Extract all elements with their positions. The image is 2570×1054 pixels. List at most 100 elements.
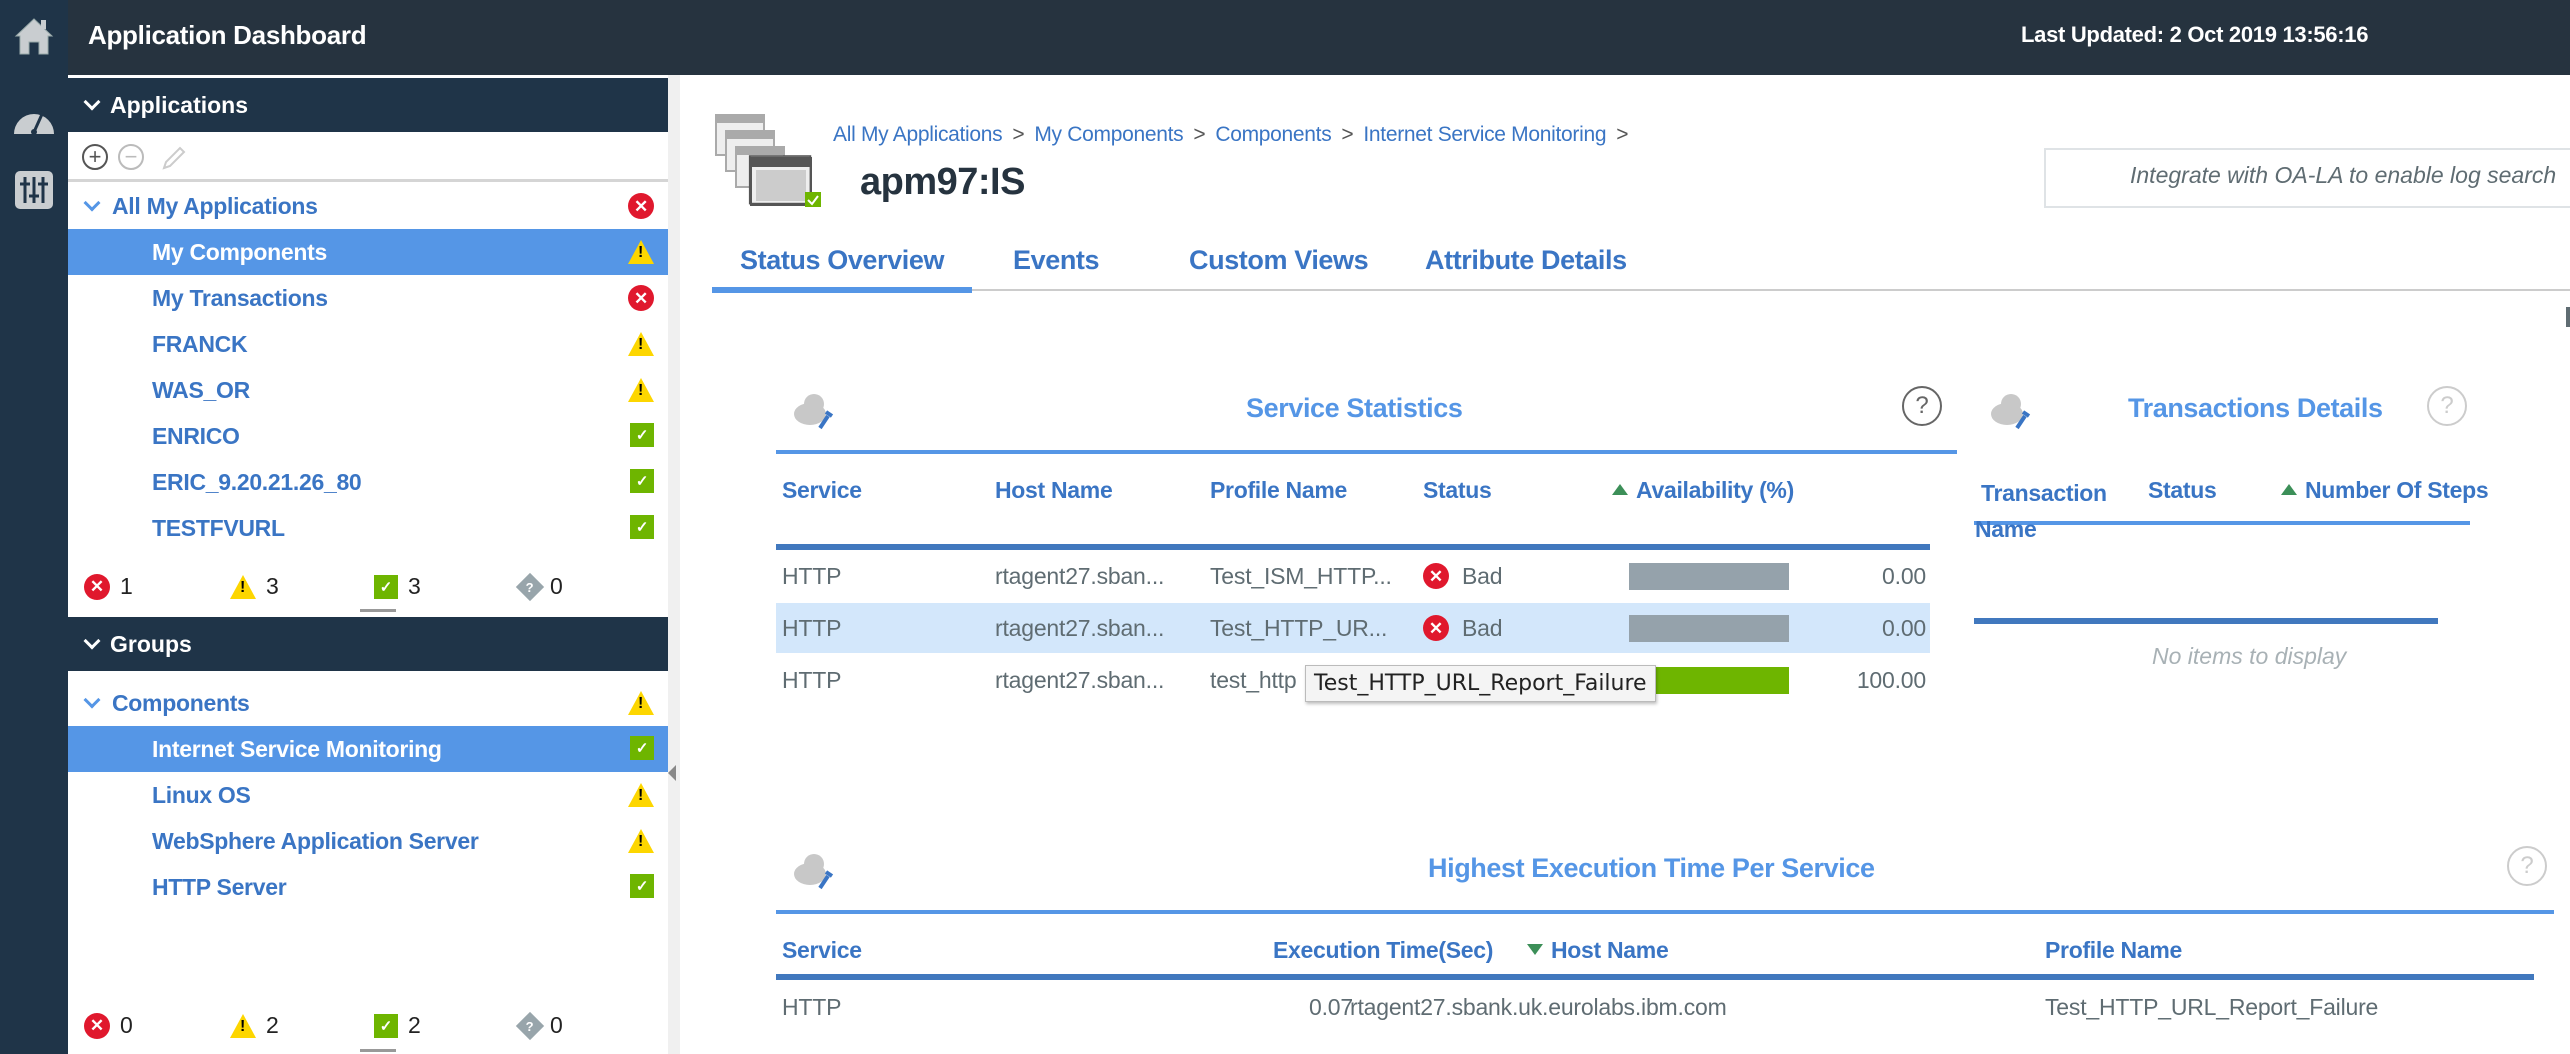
warning-status-icon xyxy=(628,240,654,264)
normal-status-icon: ✓ xyxy=(374,574,398,599)
availability-bar-fill xyxy=(1629,563,1789,590)
column-header-profile-name[interactable]: Profile Name xyxy=(2045,937,2182,964)
normal-count[interactable]: ✓ 3 xyxy=(374,573,421,600)
warning-status-icon xyxy=(230,1013,256,1038)
tree-item-internet-service-monitoring[interactable]: Internet Service Monitoring ✓ xyxy=(68,726,668,772)
table-row[interactable]: HTTP rtagent27.sban... Test_HTTP_UR... ✕ Bad… xyxy=(776,603,1930,653)
tree-item-my-transactions[interactable]: My Transactions ✕ xyxy=(68,275,668,321)
cell-profile-name: test_http xyxy=(1210,667,1297,693)
tree-item-label: HTTP Server xyxy=(152,873,287,900)
warning-count[interactable]: 3 xyxy=(230,573,279,600)
tree-item-linux-os[interactable]: Linux OS xyxy=(68,772,668,818)
tree-item-eric[interactable]: ERIC_9.20.21.26_80 ✓ xyxy=(68,459,668,505)
cell-status: Bad xyxy=(1462,563,1503,589)
tree-item-label: TESTFVURL xyxy=(152,514,285,541)
cell-host-name: rtagent27.sban... xyxy=(995,615,1165,641)
column-header-transaction-name[interactable]: Transaction Name xyxy=(1975,475,2107,547)
table-row[interactable]: HTTP 0.07 rtagent27.sbank.uk.eurolabs.ib… xyxy=(776,982,2534,1032)
column-header-status[interactable]: Status xyxy=(1423,477,1492,504)
help-icon[interactable]: ? xyxy=(2427,386,2467,426)
table-row[interactable]: HTTP rtagent27.sban... Test_ISM_HTTP... ✕ Ba… xyxy=(776,551,1930,601)
home-icon[interactable] xyxy=(10,12,58,60)
tree-item-label: All My Applications xyxy=(112,192,318,219)
settings-sliders-icon[interactable] xyxy=(10,166,58,214)
tree-item-my-components[interactable]: My Components xyxy=(68,229,668,275)
help-icon[interactable]: ? xyxy=(2507,846,2547,886)
left-rail xyxy=(0,0,68,1054)
breadcrumb-item[interactable]: All My Applications xyxy=(833,123,1003,147)
warning-status-icon xyxy=(230,574,256,599)
column-header-number-of-steps[interactable]: Number Of Steps xyxy=(2281,477,2489,504)
critical-count[interactable]: ✕ 0 xyxy=(84,1012,133,1039)
sort-descending-icon xyxy=(1527,944,1543,955)
tab-custom-views[interactable]: Custom Views xyxy=(1189,245,1369,291)
critical-count[interactable]: ✕ 1 xyxy=(84,573,133,600)
normal-count[interactable]: ✓ 2 xyxy=(374,1012,421,1039)
breadcrumb-item[interactable]: Internet Service Monitoring xyxy=(1363,123,1606,147)
tree-item-http-server[interactable]: HTTP Server ✓ xyxy=(68,864,668,910)
column-header-profile-name[interactable]: Profile Name xyxy=(1210,477,1347,504)
resize-handle[interactable] xyxy=(360,1049,396,1052)
critical-status-icon: ✕ xyxy=(628,193,654,219)
help-icon[interactable]: ? xyxy=(1902,386,1942,426)
chevron-down-icon xyxy=(83,93,101,111)
cell-status: Bad xyxy=(1462,615,1503,641)
log-search-integration-box[interactable]: Integrate with OA-LA to enable log searc… xyxy=(2044,148,2570,208)
column-header-status[interactable]: Status xyxy=(2148,477,2217,504)
column-header-host-name[interactable]: Host Name xyxy=(995,477,1113,504)
sidebar-splitter[interactable] xyxy=(668,75,680,1054)
critical-status-icon: ✕ xyxy=(84,573,110,600)
dashboard-gauge-icon[interactable] xyxy=(10,94,58,142)
tree-item-websphere[interactable]: WebSphere Application Server xyxy=(68,818,668,864)
groups-section-header[interactable]: Groups xyxy=(68,617,668,671)
normal-status-icon: ✓ xyxy=(630,736,654,760)
availability-bar-fill xyxy=(1629,615,1789,642)
cell-profile-name: Test_HTTP_UR... xyxy=(1210,615,1388,641)
remove-application-button[interactable]: − xyxy=(118,144,144,170)
unknown-status-icon: ? xyxy=(515,1011,545,1040)
breadcrumb-item[interactable]: Components xyxy=(1215,123,1331,147)
critical-status-icon: ✕ xyxy=(1423,563,1449,589)
column-header-availability[interactable]: Availability (%) xyxy=(1612,477,1794,504)
tree-item-label: Components xyxy=(112,689,250,716)
column-header-service[interactable]: Service xyxy=(782,477,862,504)
breadcrumb: All My Applications > My Components > Co… xyxy=(833,123,1629,147)
tree-item-label: ERIC_9.20.21.26_80 xyxy=(152,468,362,495)
unknown-count[interactable]: ? 0 xyxy=(515,1011,563,1040)
collapse-arrow-icon[interactable] xyxy=(668,765,676,781)
table-header-divider xyxy=(776,974,2534,980)
tooltip: Test_HTTP_URL_Report_Failure xyxy=(1305,665,1656,702)
tree-item-testfvurl[interactable]: TESTFVURL ✓ xyxy=(68,505,668,551)
tab-status-overview[interactable]: Status Overview xyxy=(711,245,973,293)
tree-item-all-my-applications[interactable]: All My Applications ✕ xyxy=(68,183,668,229)
highest-execution-title: Highest Execution Time Per Service xyxy=(1428,853,1875,883)
applications-section-header[interactable]: Applications xyxy=(68,78,668,132)
column-header-service[interactable]: Service xyxy=(782,937,862,964)
tab-attribute-details[interactable]: Attribute Details xyxy=(1425,245,1627,291)
cloud-wrench-icon xyxy=(1991,394,2031,430)
tab-events[interactable]: Events xyxy=(1013,245,1100,291)
breadcrumb-item[interactable]: My Components xyxy=(1034,123,1183,147)
column-header-execution-time[interactable]: Execution Time(Sec) xyxy=(1273,937,1493,964)
column-header-host-name[interactable]: Host Name xyxy=(1527,937,1669,964)
last-updated: Last Updated: 2 Oct 2019 13:56:16 xyxy=(2021,22,2369,47)
tree-item-franck[interactable]: FRANCK xyxy=(68,321,668,367)
unknown-count[interactable]: ? 0 xyxy=(515,572,563,601)
tree-item-label: ENRICO xyxy=(152,422,240,449)
warning-count[interactable]: 2 xyxy=(230,1012,279,1039)
tree-item-was-or[interactable]: WAS_OR xyxy=(68,367,668,413)
resize-handle[interactable] xyxy=(360,609,396,612)
tree-item-label: WAS_OR xyxy=(152,376,250,403)
scroll-indicator xyxy=(2566,307,2570,327)
tree-item-components[interactable]: Components xyxy=(68,680,668,726)
cell-service: HTTP xyxy=(782,563,842,589)
tree-item-label: FRANCK xyxy=(152,330,248,357)
normal-status-icon: ✓ xyxy=(630,469,654,493)
tree-item-enrico[interactable]: ENRICO ✓ xyxy=(68,413,668,459)
add-application-button[interactable]: + xyxy=(82,144,108,170)
warning-status-icon xyxy=(628,783,654,807)
edit-application-button[interactable] xyxy=(160,144,188,177)
normal-status-icon: ✓ xyxy=(374,1013,398,1038)
cell-availability: 100.00 xyxy=(1856,667,1926,693)
critical-status-icon: ✕ xyxy=(628,285,654,311)
